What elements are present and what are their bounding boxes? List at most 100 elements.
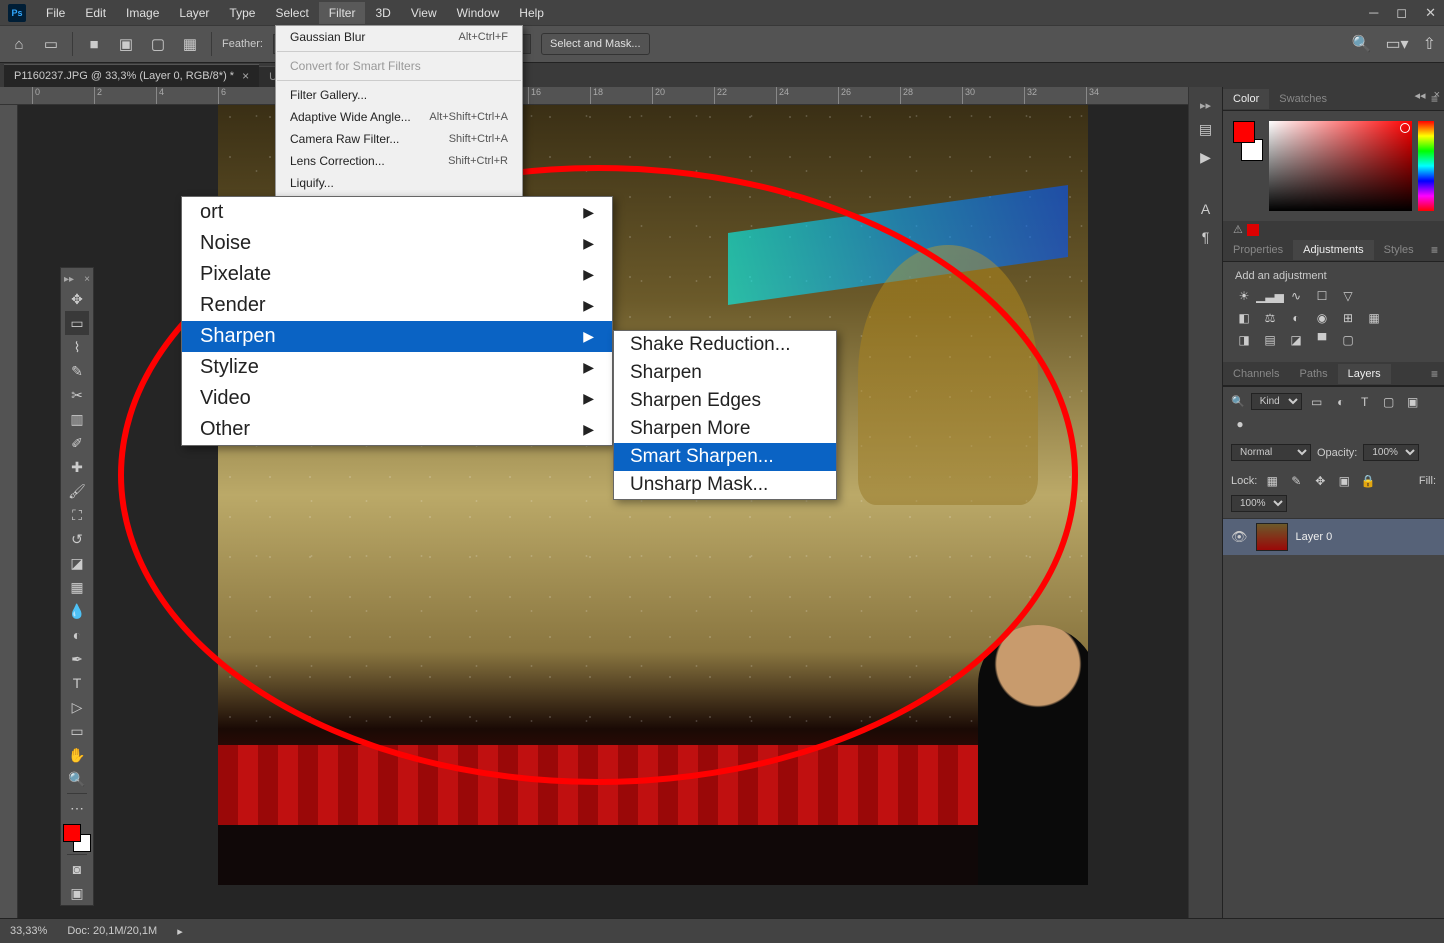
close-icon[interactable]: × xyxy=(84,274,90,285)
hue-icon[interactable]: ◧ xyxy=(1235,310,1253,326)
zoom-level[interactable]: 33,33% xyxy=(10,925,47,937)
tab-channels[interactable]: Channels xyxy=(1223,364,1289,384)
filter-shape-icon[interactable]: ▢ xyxy=(1380,394,1398,410)
brightness-icon[interactable]: ☀ xyxy=(1235,288,1253,304)
menu-item[interactable]: Adaptive Wide Angle...Alt+Shift+Ctrl+A xyxy=(276,106,522,128)
tab-swatches[interactable]: Swatches xyxy=(1269,89,1337,109)
menu-view[interactable]: View xyxy=(401,2,447,24)
workspace-icon[interactable]: ▭▾ xyxy=(1385,34,1408,54)
stamp-tool-icon[interactable]: ⛶ xyxy=(65,503,89,527)
menu-item[interactable]: Smart Sharpen... xyxy=(614,443,836,471)
selective-color-icon[interactable]: ▢ xyxy=(1339,332,1357,348)
tab-paths[interactable]: Paths xyxy=(1289,364,1337,384)
invert-icon[interactable]: ◨ xyxy=(1235,332,1253,348)
selection-add-icon[interactable]: ▣ xyxy=(115,33,137,55)
collapse-icon[interactable]: ▸▸ xyxy=(64,274,74,285)
menu-item[interactable]: Liquify... xyxy=(276,172,522,194)
curves-icon[interactable]: ∿ xyxy=(1287,288,1305,304)
blend-mode-select[interactable]: Normal xyxy=(1231,444,1311,461)
dodge-tool-icon[interactable]: ◐ xyxy=(65,623,89,647)
visibility-icon[interactable]: 👁 xyxy=(1231,529,1248,545)
selection-intersect-icon[interactable]: ▦ xyxy=(179,33,201,55)
close-icon[interactable]: ✕ xyxy=(1425,5,1436,21)
bw-icon[interactable]: ◐ xyxy=(1287,310,1305,326)
menu-edit[interactable]: Edit xyxy=(75,2,116,24)
menu-item-video[interactable]: Video▶ xyxy=(182,383,612,414)
tab-adjustments[interactable]: Adjustments xyxy=(1293,240,1374,260)
home-icon[interactable]: ⌂ xyxy=(8,33,30,55)
panel-menu-icon[interactable]: ≡ xyxy=(1425,243,1444,257)
hand-tool-icon[interactable]: ✋ xyxy=(65,743,89,767)
document-tab[interactable]: P1160237.JPG @ 33,3% (Layer 0, RGB/8*) *… xyxy=(4,64,259,87)
screenmode-icon[interactable]: ▣ xyxy=(65,881,89,905)
menu-item[interactable]: Shake Reduction... xyxy=(614,331,836,359)
lock-position-icon[interactable]: ✥ xyxy=(1311,473,1329,489)
foreground-background-colors[interactable] xyxy=(63,824,91,852)
filter-type-icon[interactable]: T xyxy=(1356,394,1374,410)
menu-item-pixelate[interactable]: Pixelate▶ xyxy=(182,259,612,290)
share-icon[interactable]: ⇧ xyxy=(1423,34,1436,54)
eraser-tool-icon[interactable]: ◪ xyxy=(65,551,89,575)
menu-window[interactable]: Window xyxy=(447,2,510,24)
healing-tool-icon[interactable]: ✚ xyxy=(65,455,89,479)
gamut-swatch[interactable] xyxy=(1247,224,1259,236)
menu-item[interactable]: Sharpen Edges xyxy=(614,387,836,415)
lock-artboard-icon[interactable]: ▣ xyxy=(1335,473,1353,489)
crop-tool-icon[interactable]: ✂ xyxy=(65,383,89,407)
lasso-tool-icon[interactable]: ⌇ xyxy=(65,335,89,359)
history-brush-tool-icon[interactable]: ↺ xyxy=(65,527,89,551)
menu-filter[interactable]: Filter xyxy=(319,2,366,24)
close-icon[interactable]: × xyxy=(242,69,249,83)
color-fgbg-indicator[interactable] xyxy=(1233,121,1263,161)
tab-styles[interactable]: Styles xyxy=(1374,240,1424,260)
tab-color[interactable]: Color xyxy=(1223,89,1269,109)
type-tool-icon[interactable]: T xyxy=(65,671,89,695)
path-select-tool-icon[interactable]: ▷ xyxy=(65,695,89,719)
menu-item[interactable]: Unsharp Mask... xyxy=(614,471,836,499)
character-panel-icon[interactable]: A xyxy=(1195,198,1217,220)
filter-adjust-icon[interactable]: ◐ xyxy=(1332,394,1350,410)
filter-smart-icon[interactable]: ▣ xyxy=(1404,394,1422,410)
color-picker-ring[interactable] xyxy=(1400,123,1410,133)
hue-slider[interactable] xyxy=(1418,121,1434,211)
gradient-tool-icon[interactable]: ▦ xyxy=(65,575,89,599)
menu-item[interactable]: Camera Raw Filter...Shift+Ctrl+A xyxy=(276,128,522,150)
channel-mixer-icon[interactable]: ⊞ xyxy=(1339,310,1357,326)
close-icon[interactable]: × xyxy=(1434,89,1440,102)
levels-icon[interactable]: ▁▃▅ xyxy=(1261,288,1279,304)
minimize-icon[interactable]: ─ xyxy=(1369,5,1378,21)
menu-item-stylize[interactable]: Stylize▶ xyxy=(182,352,612,383)
layer-filter-kind[interactable]: Kind xyxy=(1251,393,1302,410)
history-panel-icon[interactable]: ▤ xyxy=(1195,118,1217,140)
menu-item-other[interactable]: Other▶ xyxy=(182,414,612,445)
posterize-icon[interactable]: ▤ xyxy=(1261,332,1279,348)
rectangle-tool-icon[interactable]: ▭ xyxy=(65,719,89,743)
frame-tool-icon[interactable]: ▥ xyxy=(65,407,89,431)
layer-thumbnail[interactable] xyxy=(1256,523,1288,551)
exposure-icon[interactable]: ☐ xyxy=(1313,288,1331,304)
edit-toolbar-icon[interactable]: ⋯ xyxy=(65,796,89,820)
marquee-tool-icon[interactable]: ▭ xyxy=(40,33,62,55)
opacity-select[interactable]: 100% xyxy=(1363,444,1419,461)
lock-all-icon[interactable]: 🔒 xyxy=(1359,473,1377,489)
lock-image-icon[interactable]: ✎ xyxy=(1287,473,1305,489)
quickmask-icon[interactable]: ◙ xyxy=(65,857,89,881)
fill-select[interactable]: 100% xyxy=(1231,495,1287,512)
menu-type[interactable]: Type xyxy=(219,2,265,24)
menu-item-sharpen[interactable]: Sharpen▶ xyxy=(182,321,612,352)
doc-size[interactable]: Doc: 20,1M/20,1M xyxy=(67,925,157,937)
select-and-mask-button[interactable]: Select and Mask... xyxy=(541,33,650,55)
search-icon[interactable]: 🔍 xyxy=(1352,34,1372,54)
brush-tool-icon[interactable]: 🖌 xyxy=(65,479,89,503)
menu-item[interactable]: Sharpen More xyxy=(614,415,836,443)
zoom-tool-icon[interactable]: 🔍 xyxy=(65,767,89,791)
status-arrow-icon[interactable]: ▸ xyxy=(177,925,183,938)
collapse-icon[interactable]: ◂◂ xyxy=(1415,89,1426,102)
threshold-icon[interactable]: ◪ xyxy=(1287,332,1305,348)
blur-tool-icon[interactable]: 💧 xyxy=(65,599,89,623)
restore-icon[interactable]: ◻ xyxy=(1396,5,1407,21)
menu-file[interactable]: File xyxy=(36,2,75,24)
lookup-icon[interactable]: ▦ xyxy=(1365,310,1383,326)
selection-new-icon[interactable]: ■ xyxy=(83,33,105,55)
expand-icon[interactable]: ▸▸ xyxy=(1200,99,1211,112)
